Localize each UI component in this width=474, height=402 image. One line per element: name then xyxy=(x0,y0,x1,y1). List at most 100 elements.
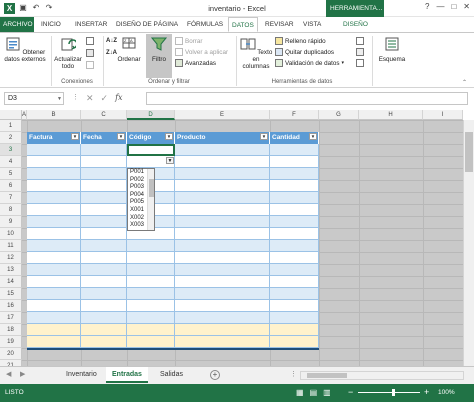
table-cell[interactable] xyxy=(127,276,175,288)
edit-links-icon[interactable] xyxy=(86,61,94,69)
column-header-f[interactable]: F xyxy=(270,110,319,120)
text-to-columns-button[interactable]: Texto en columnas xyxy=(239,36,273,70)
clear-filter-button[interactable]: Borrar xyxy=(175,37,203,45)
table-cell[interactable] xyxy=(270,228,319,240)
table-cell[interactable] xyxy=(175,336,270,348)
row-header-15[interactable]: 15 xyxy=(0,288,22,300)
outline-button[interactable]: Esquema xyxy=(376,36,408,63)
table-cell[interactable] xyxy=(27,240,81,252)
filter-dropdown-icon[interactable]: ▼ xyxy=(309,133,317,140)
table-cell[interactable] xyxy=(175,156,270,168)
close-button[interactable]: ✕ xyxy=(463,2,470,11)
table-cell[interactable] xyxy=(175,180,270,192)
table-cell[interactable] xyxy=(27,252,81,264)
advanced-filter-button[interactable]: Avanzadas xyxy=(175,59,216,67)
tab-formulas[interactable]: FÓRMULAS xyxy=(184,17,226,32)
table-cell[interactable] xyxy=(27,204,81,216)
table-cell[interactable] xyxy=(127,240,175,252)
worksheet-grid[interactable]: ABCDEFGHI 1 2 3 4 5 6 7 8 9 10 11 12 13 14 15 16 17 18 19 2… xyxy=(0,110,474,373)
table-cell[interactable] xyxy=(270,312,319,324)
zoom-slider-handle[interactable] xyxy=(392,389,395,396)
table-cell[interactable] xyxy=(81,300,127,312)
table-cell[interactable] xyxy=(127,264,175,276)
table-cell[interactable] xyxy=(175,216,270,228)
table-cell[interactable] xyxy=(270,180,319,192)
table-cell[interactable] xyxy=(175,276,270,288)
table-cell[interactable] xyxy=(175,300,270,312)
row-header-11[interactable]: 11 xyxy=(0,240,22,252)
table-cell[interactable] xyxy=(270,156,319,168)
active-cell[interactable] xyxy=(127,144,175,156)
column-header-b[interactable]: B xyxy=(27,110,81,120)
table-cell[interactable] xyxy=(81,240,127,252)
filter-dropdown-icon[interactable]: ▼ xyxy=(117,133,125,140)
add-sheet-button[interactable]: + xyxy=(210,370,220,380)
row-header-18[interactable]: 18 xyxy=(0,324,22,336)
table-cell[interactable] xyxy=(81,192,127,204)
prev-sheet-icon[interactable]: ◀ xyxy=(6,370,11,378)
row-header-2[interactable]: 2 xyxy=(0,132,22,144)
tab-split-icon[interactable]: ⋮ xyxy=(290,370,297,378)
help-button[interactable]: ? xyxy=(425,2,429,11)
column-header-e[interactable]: E xyxy=(175,110,270,120)
table-cell[interactable] xyxy=(175,324,270,336)
select-all-corner[interactable] xyxy=(0,110,22,120)
vertical-scrollbar[interactable] xyxy=(463,120,474,366)
table-cell[interactable] xyxy=(175,240,270,252)
table-cell[interactable] xyxy=(270,204,319,216)
tab-design[interactable]: DISEÑO xyxy=(340,17,371,32)
table-cell[interactable] xyxy=(27,276,81,288)
remove-duplicates-button[interactable]: Quitar duplicados xyxy=(275,48,334,56)
row-header-3[interactable]: 3 xyxy=(0,144,22,156)
name-box-chevron-icon[interactable]: ▼ xyxy=(57,96,62,102)
table-cell[interactable] xyxy=(81,204,127,216)
properties-icon[interactable] xyxy=(86,49,94,57)
page-layout-view-icon[interactable]: ▤ xyxy=(310,388,318,397)
validation-dropdown-button[interactable]: ▼ xyxy=(166,157,174,164)
table-cell[interactable] xyxy=(270,264,319,276)
normal-view-icon[interactable]: ▦ xyxy=(296,388,304,397)
table-header-factura[interactable]: Factura ▼ xyxy=(27,132,81,144)
table-cell[interactable] xyxy=(270,144,319,156)
sheet-tab-entradas[interactable]: Entradas xyxy=(106,367,148,383)
table-cell[interactable] xyxy=(27,216,81,228)
what-if-icon[interactable] xyxy=(356,48,364,56)
table-cell[interactable] xyxy=(270,300,319,312)
refresh-all-button[interactable]: Actualizar todo xyxy=(54,36,82,70)
table-cell[interactable] xyxy=(81,336,127,348)
column-header-d[interactable]: D xyxy=(127,110,175,120)
vertical-scroll-thumb[interactable] xyxy=(465,132,473,172)
zoom-out-button[interactable]: − xyxy=(348,387,353,397)
tab-file[interactable]: ARCHIVO xyxy=(0,17,34,32)
row-header-20[interactable]: 20 xyxy=(0,348,22,360)
table-cell[interactable] xyxy=(270,336,319,348)
name-box[interactable]: D3 xyxy=(4,92,64,105)
data-validation-button[interactable]: Validación de datos ▾ xyxy=(275,59,344,67)
table-cell[interactable] xyxy=(127,312,175,324)
table-header-codigo[interactable]: Código ▼ xyxy=(127,132,175,144)
table-cell[interactable] xyxy=(270,252,319,264)
sheet-tab-inventario[interactable]: Inventario xyxy=(60,367,103,383)
table-cell[interactable] xyxy=(27,288,81,300)
filter-dropdown-icon[interactable]: ▼ xyxy=(165,133,173,140)
table-cell[interactable] xyxy=(81,288,127,300)
zoom-slider[interactable] xyxy=(358,392,420,393)
flash-fill-button[interactable]: Relleno rápido xyxy=(275,37,326,45)
table-cell[interactable] xyxy=(27,324,81,336)
tab-view[interactable]: VISTA xyxy=(300,17,324,32)
table-cell[interactable] xyxy=(175,144,270,156)
table-cell[interactable] xyxy=(175,228,270,240)
row-header-5[interactable]: 5 xyxy=(0,168,22,180)
relationships-icon[interactable] xyxy=(356,59,364,67)
table-cell[interactable] xyxy=(127,324,175,336)
table-cell[interactable] xyxy=(27,180,81,192)
table-cell[interactable] xyxy=(175,312,270,324)
row-header-1[interactable]: 1 xyxy=(0,120,22,132)
table-cell[interactable] xyxy=(27,192,81,204)
table-cell[interactable] xyxy=(27,228,81,240)
table-cell[interactable] xyxy=(81,228,127,240)
formula-input[interactable] xyxy=(146,92,468,105)
column-header-g[interactable]: G xyxy=(319,110,359,120)
table-cell[interactable] xyxy=(27,336,81,348)
minimize-button[interactable]: — xyxy=(436,2,444,11)
